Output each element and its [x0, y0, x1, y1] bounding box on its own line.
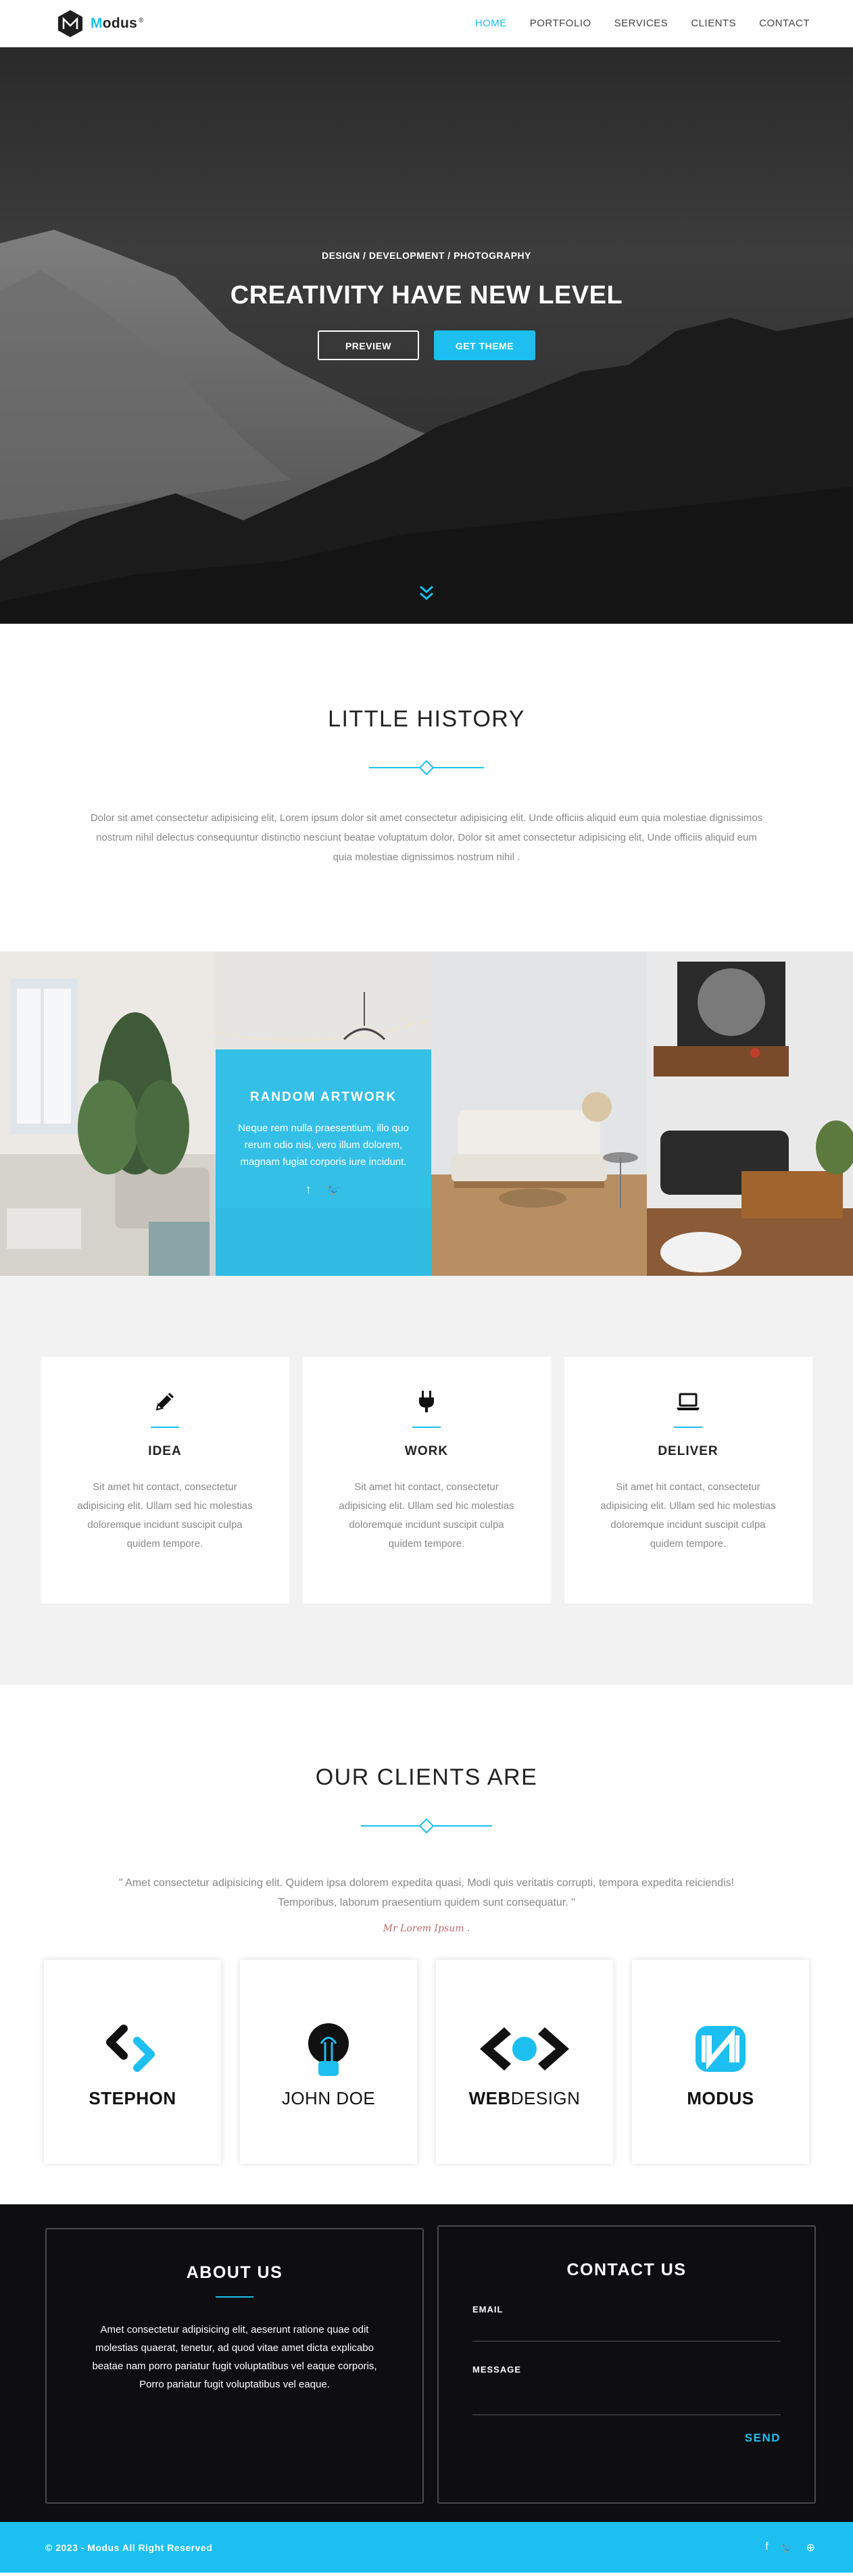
facebook-icon[interactable]: f	[765, 2541, 768, 2554]
hero-kicker: DESIGN / DEVELOPMENT / PHOTOGRAPHY	[321, 250, 531, 261]
client-name: JOHN DOE	[281, 2087, 376, 2108]
clients-title: OUR CLIENTS ARE	[315, 1764, 538, 1790]
nav-item-clients[interactable]: CLIENTS	[691, 18, 736, 29]
client-name: STEPHON	[89, 2087, 176, 2108]
services-section: IDEA Sit amet hit contact, consectetur a…	[0, 1276, 853, 1685]
service-card-idea: IDEA Sit amet hit contact, consectetur a…	[41, 1357, 289, 1604]
client-logos: STEPHON JOHN DOE WEBDESIGN MODUS	[0, 1960, 853, 2164]
contact-us-box: CONTACT US EMAIL MESSAGE SEND	[437, 2225, 816, 2504]
service-card-deliver: DELIVER Sit amet hit contact, consectetu…	[564, 1357, 812, 1604]
hero-title: CREATIVITY HAVE NEW LEVEL	[230, 281, 623, 309]
twitter-icon[interactable]: 🐦	[326, 1183, 341, 1197]
artwork-title: RANDOM ARTWORK	[249, 1090, 397, 1104]
service-title: WORK	[404, 1444, 449, 1458]
about-us-box: ABOUT US Amet consectetur adipisicing el…	[45, 2228, 424, 2504]
gallery-strip: RANDOM ARTWORK Neque rem nulla praesenti…	[0, 951, 853, 1276]
title-divider	[361, 1818, 492, 1834]
registered-mark: ®	[139, 16, 144, 24]
about-divider	[216, 2296, 253, 2298]
sofa-room-photo	[431, 951, 647, 1276]
service-title: DELIVER	[658, 1444, 718, 1458]
email-label: EMAIL	[472, 2304, 504, 2314]
copyright-text: © 2023 - Modus All Right Reserved	[45, 2542, 213, 2553]
service-title: IDEA	[148, 1444, 182, 1458]
laptop-icon	[677, 1393, 700, 1410]
modus-logo-icon	[696, 2025, 746, 2072]
nav-item-contact[interactable]: CONTACT	[759, 18, 810, 29]
client-logo-john-doe[interactable]: JOHN DOE	[240, 1960, 417, 2164]
nav-item-services[interactable]: SERVICES	[614, 18, 668, 29]
gallery-image-random-artwork[interactable]: RANDOM ARTWORK Neque rem nulla praesenti…	[216, 951, 431, 1276]
service-text: Sit amet hit contact, consectetur adipis…	[339, 1481, 514, 1550]
bottom-bar: © 2023 - Modus All Right Reserved f 🐦 ⊕	[0, 2522, 853, 2573]
contact-form: EMAIL MESSAGE SEND	[439, 2280, 814, 2445]
service-text: Sit amet hit contact, consectetur adipis…	[600, 1481, 776, 1550]
history-title: LITTLE HISTORY	[328, 706, 525, 732]
clients-section: OUR CLIENTS ARE " Amet consectetur adipi…	[0, 1685, 853, 2204]
nav-item-portfolio[interactable]: PORTFOLIO	[530, 18, 591, 29]
get-theme-button[interactable]: GET THEME	[434, 330, 535, 360]
dribbble-icon[interactable]: ⊕	[806, 2541, 815, 2554]
code-brackets-logo-icon	[106, 2024, 155, 2072]
artwork-icons: ↑ 🐦	[236, 1183, 411, 1197]
preview-button[interactable]: PREVIEW	[318, 330, 419, 360]
hero-content: DESIGN / DEVELOPMENT / PHOTOGRAPHY CREAT…	[0, 250, 853, 360]
title-divider	[369, 760, 484, 776]
card-divider	[674, 1427, 702, 1428]
client-logo-stephon[interactable]: STEPHON	[44, 1960, 221, 2164]
brand-rest: odus	[102, 15, 138, 31]
social-links: f 🐦 ⊕	[765, 2541, 815, 2554]
hexagon-logo-icon	[58, 9, 82, 37]
divider-diamond	[418, 760, 435, 776]
quote-author: Mr Lorem Ipsum .	[383, 1923, 470, 1934]
main-menu: HOME PORTFOLIO SERVICES CLIENTS CONTACT	[475, 18, 810, 29]
brand-name: Modus ®	[91, 16, 144, 32]
gallery-image-living-room-plants[interactable]	[0, 951, 216, 1276]
message-label: MESSAGE	[472, 2364, 522, 2375]
message-field[interactable]	[472, 2375, 781, 2415]
client-name: MODUS	[687, 2087, 754, 2108]
artwork-text: Neque rem nulla praesentium, illo quo re…	[238, 1122, 409, 1168]
divider-diamond	[418, 1818, 435, 1834]
client-logo-modus[interactable]: MODUS	[632, 1960, 809, 2164]
send-button[interactable]: SEND	[472, 2431, 781, 2445]
twitter-icon[interactable]: 🐦	[781, 2541, 794, 2554]
gallery-image-leather-sofa[interactable]	[647, 951, 853, 1276]
history-section: LITTLE HISTORY Dolor sit amet consectetu…	[0, 624, 853, 951]
brand-initial: M	[91, 15, 103, 31]
hero-buttons: PREVIEW GET THEME	[0, 330, 853, 360]
pencil-icon	[155, 1393, 174, 1411]
service-text: Sit amet hit contact, consectetur adipis…	[77, 1481, 253, 1550]
artwork-overlay: RANDOM ARTWORK Neque rem nulla praesenti…	[216, 1049, 431, 1276]
design-rest: DESIGN	[510, 2087, 581, 2108]
nav-item-home[interactable]: HOME	[475, 18, 507, 29]
web-bold: WEB	[468, 2087, 511, 2108]
history-text: Dolor sit amet consectetur adipisicing e…	[90, 812, 763, 863]
living-room-photo	[0, 951, 216, 1276]
client-quote: " Amet consectetur adipisicing elit. Qui…	[118, 1877, 735, 1908]
about-text: Amet consectetur adipisicing elit, aeser…	[92, 2324, 377, 2390]
scroll-down-chevron-icon[interactable]	[419, 585, 434, 602]
about-title: ABOUT US	[186, 2263, 283, 2282]
card-divider	[412, 1427, 441, 1428]
leather-sofa-photo	[647, 951, 853, 1276]
share-up-arrow-icon[interactable]: ↑	[306, 1183, 312, 1197]
lightbulb-logo-icon	[308, 2023, 349, 2076]
service-card-work: WORK Sit amet hit contact, consectetur a…	[302, 1357, 551, 1604]
client-name: WEBDESIGN	[469, 2088, 581, 2109]
brand-logo[interactable]: Modus ®	[55, 9, 144, 39]
email-field[interactable]	[472, 2314, 781, 2342]
hero-section: DESIGN / DEVELOPMENT / PHOTOGRAPHY CREAT…	[0, 47, 853, 624]
top-navbar: Modus ® HOME PORTFOLIO SERVICES CLIENTS C…	[0, 0, 853, 47]
client-logo-webdesign[interactable]: WEBDESIGN	[436, 1960, 613, 2164]
gallery-image-white-sofa[interactable]	[431, 951, 647, 1276]
footer-section: ABOUT US Amet consectetur adipisicing el…	[0, 2204, 853, 2522]
card-divider	[151, 1427, 179, 1428]
plug-icon	[419, 1391, 434, 1412]
web-brackets-logo-icon	[480, 2027, 569, 2071]
contact-title: CONTACT US	[566, 2260, 687, 2279]
